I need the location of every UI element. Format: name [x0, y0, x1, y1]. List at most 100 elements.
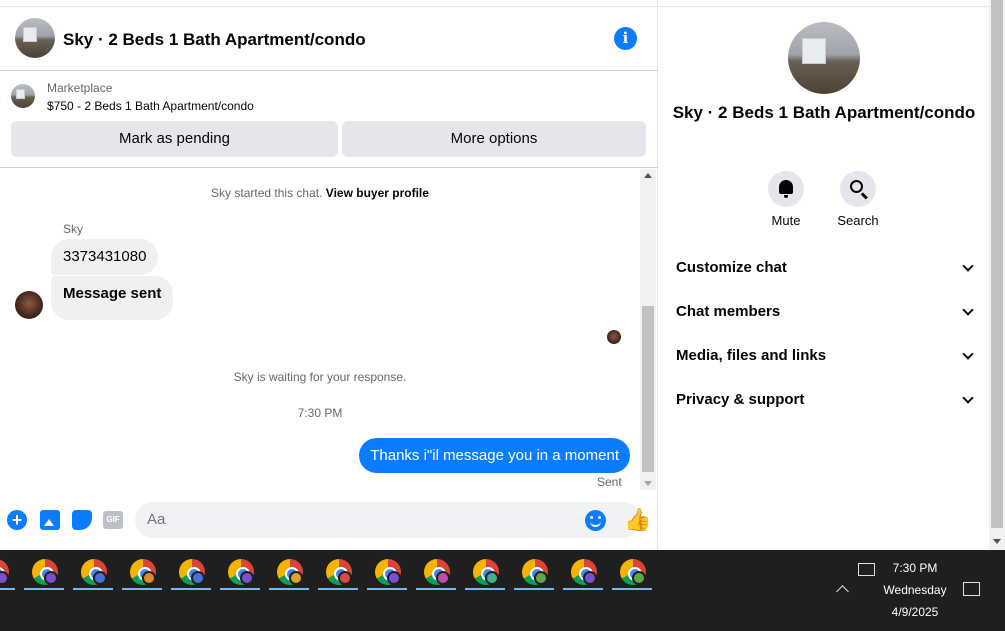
taskbar-chrome-window[interactable] [218, 556, 260, 590]
chat-started-notice: Sky started this chat. View buyer profil… [0, 186, 640, 200]
taskbar-chrome-window[interactable] [365, 556, 407, 590]
taskbar-chrome-window[interactable] [463, 556, 505, 590]
clock-day[interactable]: Wednesday [875, 583, 955, 597]
photo-icon[interactable] [40, 510, 60, 530]
scrollbar-thumb[interactable] [642, 306, 654, 472]
listing-thumbnail-small[interactable] [11, 84, 35, 108]
section-privacy-support[interactable]: Privacy & support [676, 388, 976, 412]
profile-badge-icon [93, 571, 107, 585]
taskbar-chrome-window[interactable] [316, 556, 358, 590]
window-scrollbar[interactable] [989, 0, 1005, 550]
profile-badge-icon [485, 571, 499, 585]
profile-badge-icon [0, 571, 9, 585]
sender-avatar[interactable] [15, 291, 43, 319]
incoming-message[interactable]: Message sent [51, 276, 174, 320]
details-title: Sky · 2 Beds 1 Bath Apartment/condo [672, 103, 976, 122]
search-circle[interactable] [840, 171, 876, 207]
listing-photo[interactable] [788, 22, 860, 94]
plus-icon[interactable]: + [7, 510, 27, 530]
taskbar-chrome-window[interactable] [512, 556, 554, 590]
active-indicator [122, 588, 162, 590]
mark-as-pending-button[interactable]: Mark as pending [11, 121, 338, 157]
more-options-button[interactable]: More options [342, 121, 646, 157]
chat-title[interactable]: Sky · 2 Beds 1 Bath Apartment/condo [63, 30, 366, 50]
section-label: Chat members [676, 303, 781, 320]
clock-time[interactable]: 7:30 PM [875, 561, 955, 575]
info-icon[interactable]: i [614, 27, 637, 50]
taskbar-chrome-window[interactable] [22, 556, 64, 590]
section-customize-chat[interactable]: Customize chat [676, 256, 976, 280]
taskbar-chrome-window[interactable] [0, 556, 15, 590]
profile-badge-icon [387, 571, 401, 585]
message-input[interactable] [135, 502, 641, 538]
profile-badge-icon [632, 571, 646, 585]
section-media-files-links[interactable]: Media, files and links [676, 344, 976, 368]
taskbar-chrome-window[interactable] [561, 556, 603, 590]
clock-date[interactable]: 4/9/2025 [875, 605, 955, 619]
profile-badge-icon [240, 571, 254, 585]
message-timestamp: 7:30 PM [297, 406, 343, 420]
active-indicator [269, 588, 309, 590]
mute-circle[interactable] [768, 171, 804, 207]
taskbar-chrome-window[interactable] [169, 556, 211, 590]
show-hidden-icons-icon[interactable] [836, 585, 849, 598]
chevron-down-icon [962, 392, 974, 404]
section-label: Customize chat [676, 259, 787, 276]
active-indicator [73, 588, 113, 590]
network-icon[interactable] [858, 563, 875, 576]
section-label: Privacy & support [676, 391, 805, 408]
details-pane: Sky · 2 Beds 1 Bath Apartment/condo Mute… [659, 0, 989, 550]
sender-name: Sky [63, 222, 84, 236]
chevron-down-icon [962, 348, 974, 360]
profile-badge-icon [44, 571, 58, 585]
search-label: Search [837, 213, 879, 228]
listing-title[interactable]: $750 - 2 Beds 1 Bath Apartment/condo [47, 99, 254, 113]
window-scrollbar-thumb[interactable] [991, 0, 1003, 528]
view-buyer-profile-link[interactable]: View buyer profile [326, 186, 429, 200]
active-indicator [318, 588, 358, 590]
active-indicator [220, 588, 260, 590]
mute-label: Mute [771, 213, 801, 228]
profile-badge-icon [583, 571, 597, 585]
chat-scrollbar[interactable] [640, 169, 656, 490]
scroll-down-icon[interactable] [644, 481, 652, 486]
outgoing-message[interactable]: Thanks i"il message you in a moment [359, 438, 630, 473]
mute-button[interactable]: Mute [756, 171, 816, 228]
incoming-message[interactable]: 3373431080 [51, 239, 159, 275]
active-indicator [465, 588, 505, 590]
composer: + GIF 👍 [0, 498, 658, 542]
listing-thumbnail[interactable] [15, 18, 55, 58]
delivery-status: Sent [597, 475, 622, 489]
messenger-window: Sky · 2 Beds 1 Bath Apartment/condo i Ma… [0, 0, 1005, 631]
taskbar-chrome-window[interactable] [120, 556, 162, 590]
taskbar-chrome-window[interactable] [610, 556, 652, 590]
divider [659, 6, 989, 7]
active-indicator [416, 588, 456, 590]
active-indicator [367, 588, 407, 590]
profile-badge-icon [191, 571, 205, 585]
emoji-icon[interactable] [585, 510, 606, 531]
taskbar-chrome-window[interactable] [267, 556, 309, 590]
read-receipt-avatar [607, 330, 621, 344]
scroll-down-icon[interactable] [993, 539, 1001, 544]
active-indicator [24, 588, 64, 590]
chat-started-text: Sky started this chat. [211, 186, 323, 200]
thumbs-up-icon[interactable]: 👍 [624, 509, 651, 531]
section-chat-members[interactable]: Chat members [676, 300, 976, 324]
taskbar-chrome-window[interactable] [414, 556, 456, 590]
profile-badge-icon [142, 571, 156, 585]
profile-badge-icon [289, 571, 303, 585]
sticker-icon[interactable] [72, 510, 92, 530]
search-button[interactable]: Search [828, 171, 888, 228]
chevron-down-icon [962, 260, 974, 272]
notification-icon[interactable] [963, 582, 980, 596]
gif-icon[interactable]: GIF [103, 511, 123, 529]
scroll-up-icon[interactable] [644, 173, 652, 178]
marketplace-label: Marketplace [47, 81, 113, 95]
active-indicator [171, 588, 211, 590]
active-indicator [0, 588, 15, 590]
bell-icon [779, 180, 793, 198]
taskbar-chrome-window[interactable] [71, 556, 113, 590]
active-indicator [514, 588, 554, 590]
marketplace-banner: Marketplace $750 - 2 Beds 1 Bath Apartme… [0, 71, 658, 168]
